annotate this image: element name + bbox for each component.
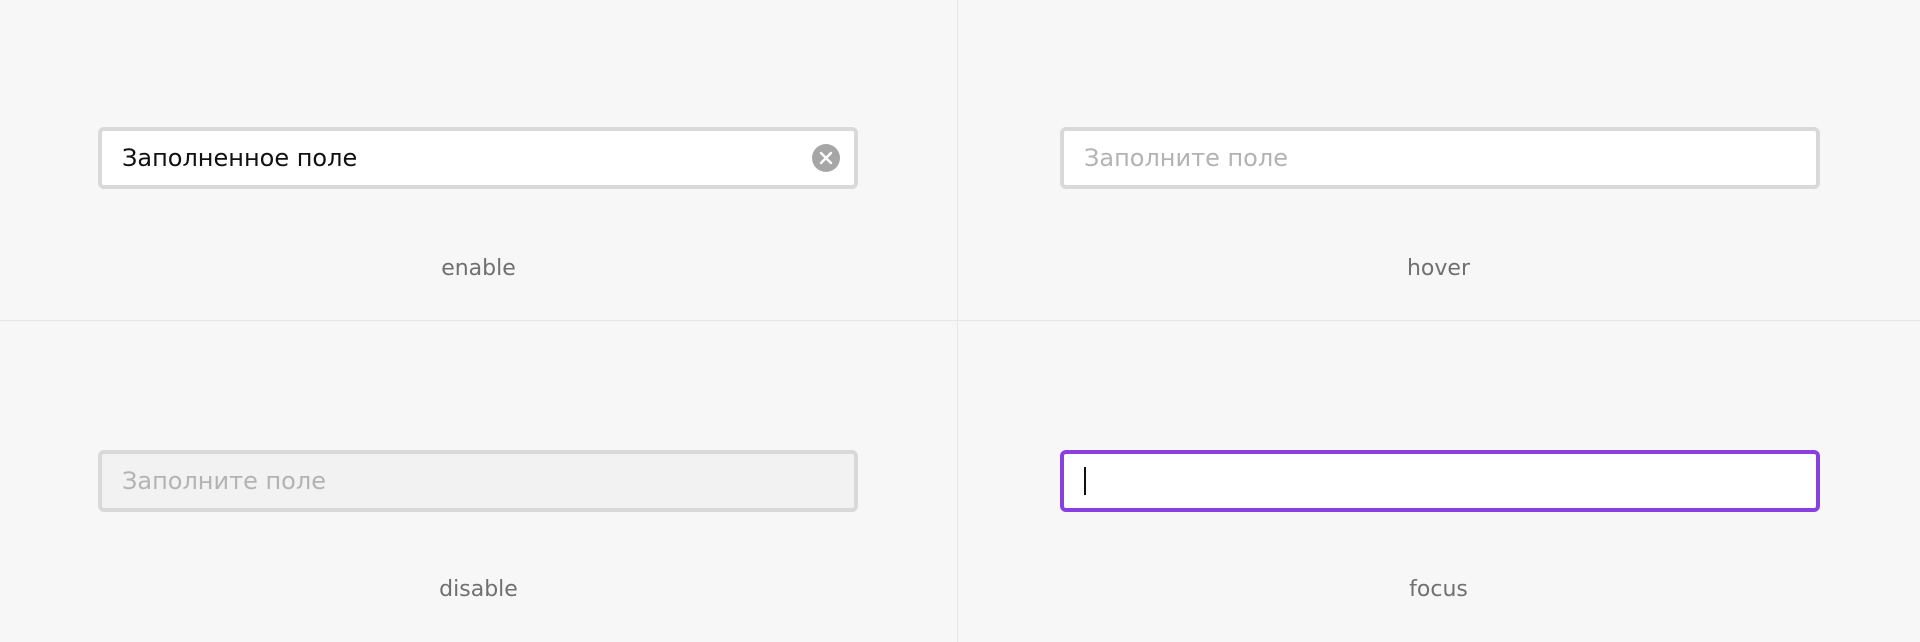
field-placeholder: Заполните поле [1084, 144, 1288, 172]
text-field-hover[interactable]: Заполните поле [1060, 127, 1820, 189]
state-cell-focus: focus [957, 320, 1920, 642]
states-grid: Заполненное поле enable Заполните поле h… [0, 0, 1920, 642]
text-field-focus[interactable] [1060, 450, 1820, 512]
state-label-enable: enable [441, 256, 516, 281]
state-label-hover: hover [1406, 256, 1470, 281]
text-caret [1084, 467, 1086, 495]
state-cell-hover: Заполните поле hover [957, 0, 1920, 320]
text-field-disable: Заполните поле [98, 450, 858, 512]
clear-button[interactable] [812, 144, 840, 172]
field-placeholder: Заполните поле [122, 467, 326, 495]
state-cell-enable: Заполненное поле enable [0, 0, 957, 320]
state-cell-disable: Заполните поле disable [0, 320, 957, 642]
text-field-enable[interactable]: Заполненное поле [98, 127, 858, 189]
close-circle-icon [819, 151, 833, 165]
field-value: Заполненное поле [122, 144, 358, 172]
state-label-focus: focus [1409, 577, 1468, 602]
state-label-disable: disable [439, 577, 518, 602]
